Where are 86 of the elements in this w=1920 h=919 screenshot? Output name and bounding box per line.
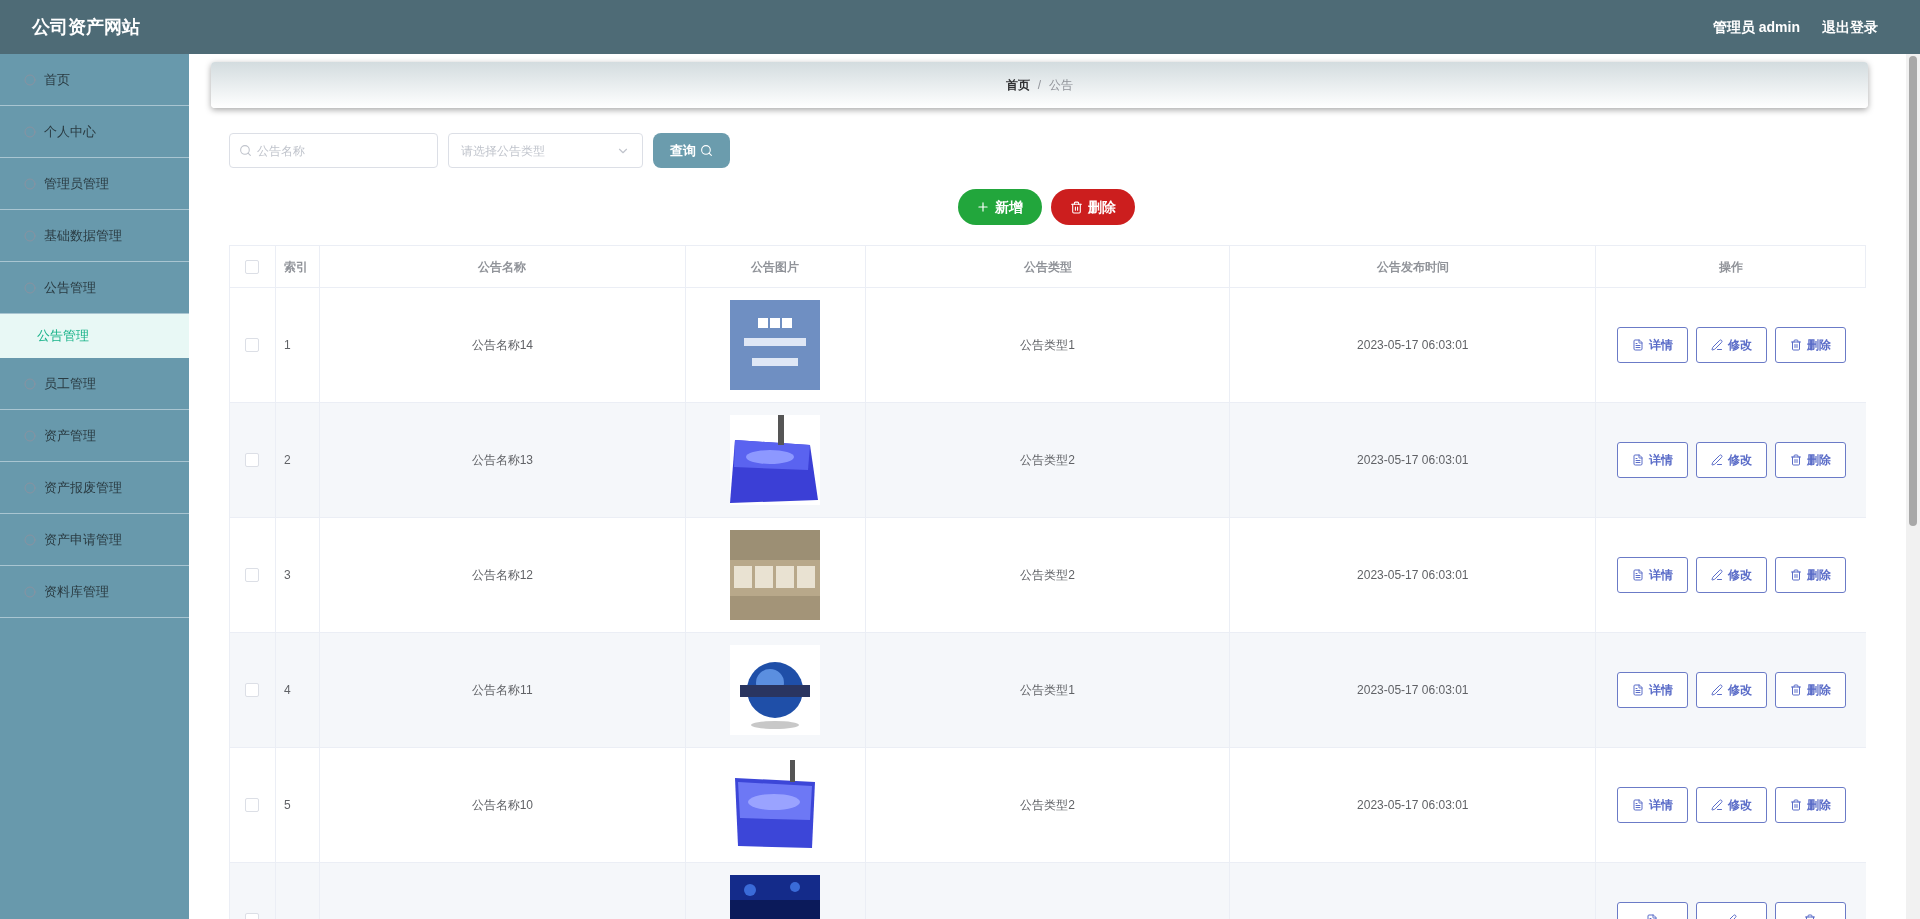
- document-icon: [1631, 684, 1644, 696]
- table-cell-text: 公告名称12: [471, 567, 533, 584]
- document-icon: [1631, 339, 1644, 351]
- table-cell-text: 2023-05-17 06:03:01: [1357, 797, 1469, 814]
- document-icon: [1631, 454, 1644, 466]
- delete-button[interactable]: 删除: [1774, 557, 1846, 593]
- sidebar-item[interactable]: 资产报废管理: [0, 462, 189, 514]
- table-cell-text: 公告类型2: [1020, 567, 1075, 584]
- column-header: 公告类型: [865, 246, 1231, 287]
- table-cell-text: 2023-05-17 06:03:01: [1357, 567, 1469, 584]
- search-icon: [700, 144, 713, 157]
- column-header: 公告名称: [319, 246, 686, 287]
- edit-button[interactable]: 修改: [1695, 787, 1767, 823]
- sidebar-item[interactable]: 个人中心: [0, 106, 189, 158]
- breadcrumb-link[interactable]: 公告: [1049, 76, 1074, 94]
- site-title: 公司资产网站: [32, 15, 140, 39]
- checkbox[interactable]: [245, 338, 260, 352]
- sidebar-item[interactable]: 首页: [0, 54, 189, 106]
- sidebar-subitem[interactable]: 公告管理: [0, 314, 189, 358]
- checkbox[interactable]: [245, 568, 260, 582]
- table-cell-text: 公告类型1: [1020, 682, 1075, 699]
- sidebar-item[interactable]: 员工管理: [0, 358, 189, 410]
- query-button[interactable]: 查询: [653, 133, 730, 168]
- checkbox[interactable]: [245, 683, 260, 697]
- table-cell-text: 公告名称11: [472, 682, 533, 699]
- plus-icon: [976, 200, 990, 214]
- sidebar-item[interactable]: 管理员管理: [0, 158, 189, 210]
- breadcrumb-separator: /: [1037, 77, 1042, 94]
- details-button[interactable]: 详情: [1616, 787, 1688, 823]
- menu-icon: [24, 73, 36, 86]
- menu-icon: [24, 177, 36, 190]
- logout-link[interactable]: 退出登录: [1822, 16, 1878, 38]
- delete-button[interactable]: 删除: [1774, 327, 1846, 363]
- menu-icon: [24, 533, 36, 546]
- table-cell-text: 3: [283, 567, 291, 584]
- table-cell-text: 2023-05-17 06:03:01: [1357, 337, 1469, 354]
- delete-button[interactable]: 删除: [1050, 189, 1135, 225]
- menu-icon: [24, 229, 36, 242]
- details-button[interactable]: 详情: [1616, 557, 1688, 593]
- menu-icon: [24, 429, 36, 442]
- details-button[interactable]: 详情: [1616, 327, 1688, 363]
- sidebar-item[interactable]: 资产管理: [0, 410, 189, 462]
- search-icon: [239, 144, 252, 157]
- table-cell-text: 1: [283, 337, 291, 354]
- table-cell-text: 公告类型2: [1020, 452, 1075, 469]
- table-cell-text: 2023-05-17 06:03:01: [1357, 452, 1469, 469]
- table-cell-text: 2: [283, 452, 291, 469]
- column-header: 操作: [1596, 246, 1866, 287]
- delete-button[interactable]: 删除: [1774, 672, 1846, 708]
- sidebar-item[interactable]: 资料库管理: [0, 566, 189, 618]
- table-cell-text: 公告名称13: [471, 452, 533, 469]
- table-cell-text: 5: [283, 797, 291, 814]
- document-icon: [1631, 799, 1644, 811]
- table-cell-text: 公告名称10: [471, 797, 533, 814]
- menu-icon: [24, 481, 36, 494]
- details-button[interactable]: 详情: [1616, 442, 1688, 478]
- breadcrumb-link[interactable]: 首页: [1005, 76, 1030, 94]
- add-button[interactable]: 新增: [957, 189, 1042, 225]
- scrollbar[interactable]: [1906, 54, 1920, 919]
- search-field[interactable]: 公告名称: [229, 133, 438, 168]
- menu-icon: [24, 125, 36, 138]
- edit-button[interactable]: 修改: [1695, 672, 1767, 708]
- edit-button[interactable]: 修改: [1695, 557, 1767, 593]
- column-header: 公告图片: [685, 246, 866, 287]
- edit-button[interactable]: 修改: [1695, 442, 1767, 478]
- checkbox[interactable]: [245, 798, 260, 812]
- sidebar-item[interactable]: 资产申请管理: [0, 514, 189, 566]
- column-header: 公告发布时间: [1230, 246, 1597, 287]
- sidebar-item[interactable]: 基础数据管理: [0, 210, 189, 262]
- table-cell-text: 2023-05-17 06:03:01: [1357, 682, 1469, 699]
- menu-icon: [24, 377, 36, 390]
- document-icon: [1631, 569, 1644, 581]
- table-cell-text: 公告名称14: [471, 337, 533, 354]
- menu-icon: [24, 585, 36, 598]
- delete-button[interactable]: 删除: [1774, 787, 1846, 823]
- edit-button[interactable]: 修改: [1695, 327, 1767, 363]
- checkbox[interactable]: [245, 453, 260, 467]
- checkbox[interactable]: [245, 259, 260, 274]
- column-header: 索引: [275, 246, 320, 287]
- table-cell-text: 4: [283, 682, 291, 699]
- delete-button[interactable]: 删除: [1774, 442, 1846, 478]
- user-name: 管理员 admin: [1712, 17, 1800, 37]
- menu-icon: [24, 281, 36, 294]
- table-cell-text: 公告类型1: [1020, 337, 1075, 354]
- details-button[interactable]: 详情: [1616, 672, 1688, 708]
- table-cell-text: 公告类型2: [1020, 797, 1075, 814]
